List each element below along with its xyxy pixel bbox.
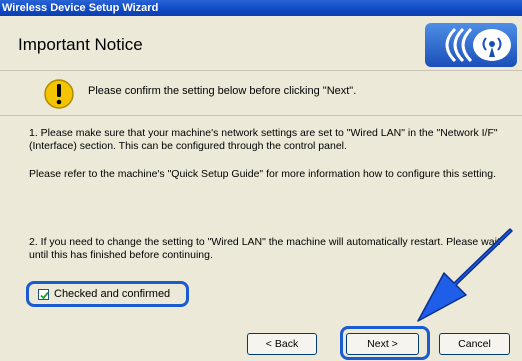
pointer-arrow-icon — [417, 228, 513, 322]
header: Important Notice — [0, 16, 522, 71]
title-bar: Wireless Device Setup Wizard — [0, 0, 522, 16]
page-title: Important Notice — [18, 35, 143, 54]
confirm-checkbox-label: Checked and confirmed — [54, 288, 171, 300]
confirm-checkbox-row[interactable]: Checked and confirmed — [38, 288, 170, 300]
next-button[interactable]: Next > — [346, 333, 419, 355]
wireless-signal-icon — [425, 23, 517, 67]
wizard-window: Wireless Device Setup Wizard Important N… — [0, 0, 522, 361]
cancel-button[interactable]: Cancel — [439, 333, 510, 355]
checkmark-icon — [40, 291, 49, 299]
window-title: Wireless Device Setup Wizard — [2, 2, 159, 14]
notice-text: Please confirm the setting below before … — [88, 85, 357, 97]
warning-icon — [44, 79, 74, 109]
instruction-note: Please refer to the machine's "Quick Set… — [29, 168, 497, 180]
back-button[interactable]: < Back — [247, 333, 317, 355]
instruction-1: 1. Please make sure that your machine's … — [29, 127, 498, 152]
confirm-checkbox[interactable] — [38, 288, 49, 300]
notice-band: Please confirm the setting below before … — [0, 72, 522, 116]
